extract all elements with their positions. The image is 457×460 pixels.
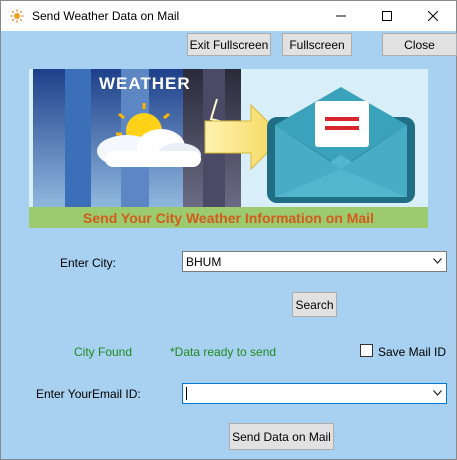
email-label: Enter YourEmail ID:: [36, 387, 141, 401]
send-data-button[interactable]: Send Data on Mail: [229, 423, 334, 450]
fullscreen-button[interactable]: Fullscreen: [282, 33, 352, 56]
save-mail-label[interactable]: Save Mail ID: [378, 345, 446, 359]
city-combobox[interactable]: BHUM: [182, 251, 447, 272]
banner-caption: Send Your City Weather Information on Ma…: [29, 207, 428, 228]
close-icon: [428, 11, 438, 21]
chevron-down-icon[interactable]: [433, 390, 442, 396]
title-bar[interactable]: Send Weather Data on Mail: [1, 1, 456, 31]
exit-fullscreen-button[interactable]: Exit Fullscreen: [187, 33, 271, 56]
app-window: Send Weather Data on Mail Exit Fullscree…: [0, 0, 457, 460]
close-window-button[interactable]: [410, 1, 456, 31]
city-found-status: City Found: [74, 345, 133, 359]
city-label: Enter City:: [60, 256, 117, 270]
maximize-icon: [382, 11, 392, 21]
sun-icon: [10, 9, 24, 23]
weather-mail-banner: WEATHER Send Your City Weather Informati…: [29, 69, 428, 228]
city-value: BHUM: [186, 254, 222, 269]
banner-artwork: [29, 69, 428, 207]
text-caret: [186, 387, 187, 400]
data-ready-status: *Data ready to send: [170, 345, 277, 359]
minimize-button[interactable]: [318, 1, 364, 31]
chevron-down-icon[interactable]: [433, 258, 442, 264]
email-combobox[interactable]: [182, 383, 447, 404]
maximize-button[interactable]: [364, 1, 410, 31]
minimize-icon: [336, 15, 346, 17]
banner-weather-word: WEATHER: [99, 74, 191, 93]
save-mail-checkbox[interactable]: [360, 344, 373, 357]
search-button[interactable]: Search: [292, 292, 337, 317]
close-button[interactable]: Close: [382, 33, 457, 56]
window-title: Send Weather Data on Mail: [32, 9, 180, 23]
